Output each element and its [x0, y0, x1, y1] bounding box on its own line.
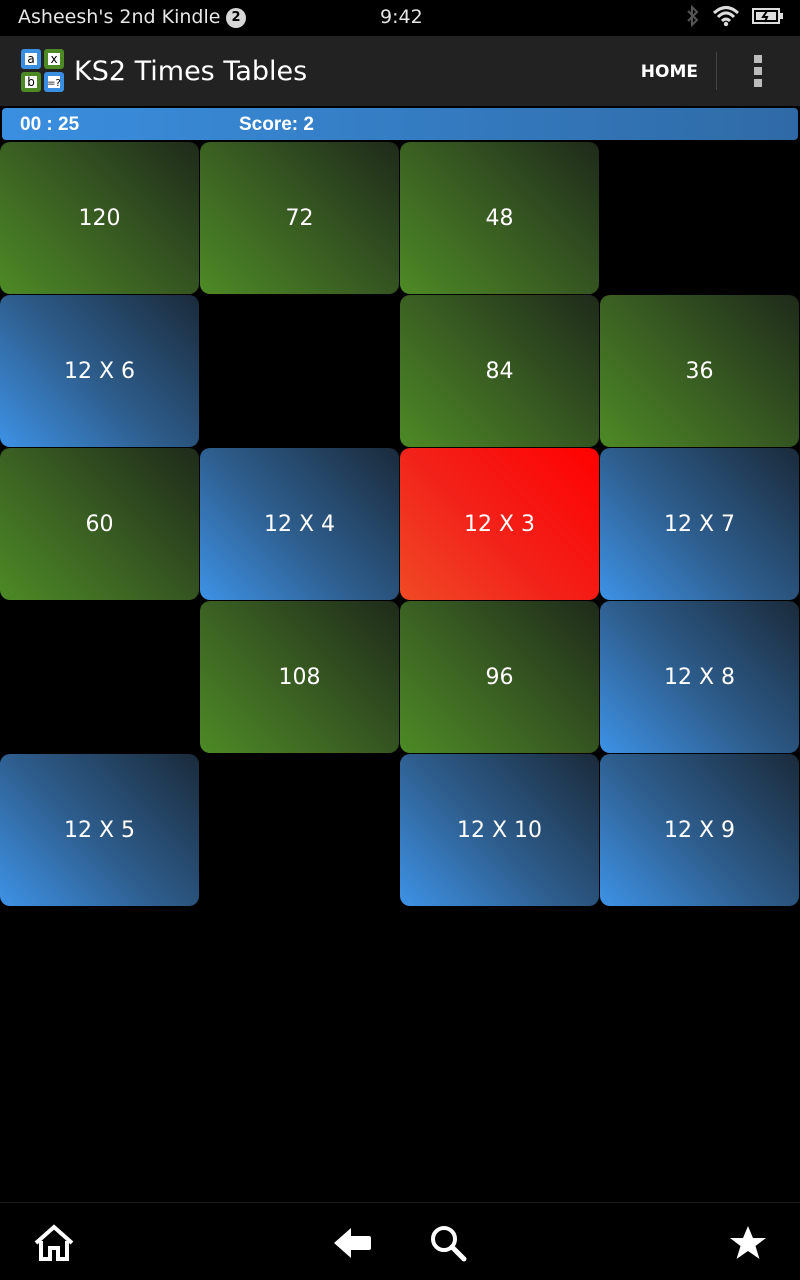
wifi-icon: [712, 5, 740, 32]
answer-tile[interactable]: 108: [200, 601, 399, 753]
question-tile[interactable]: 12 X 5: [0, 754, 199, 906]
question-tile[interactable]: 12 X 8: [600, 601, 799, 753]
status-time: 9:42: [380, 6, 423, 28]
status-icons: [686, 4, 784, 32]
home-button[interactable]: HOME: [641, 62, 698, 82]
answer-tile[interactable]: 96: [400, 601, 599, 753]
info-bar: 00 : 25 Score: 2: [2, 108, 798, 140]
status-bar: Asheesh's 2nd Kindle 2 9:42: [0, 0, 800, 36]
back-icon[interactable]: [330, 1221, 374, 1265]
battery-icon: [752, 7, 784, 30]
notification-badge[interactable]: 2: [226, 8, 246, 28]
logo-cell-a: a: [27, 52, 34, 66]
device-name: Asheesh's 2nd Kindle: [18, 6, 221, 28]
search-icon[interactable]: [426, 1221, 470, 1265]
logo-cell-eq: =?: [47, 78, 61, 89]
favorites-icon[interactable]: [726, 1221, 770, 1265]
app-logo: a x b =?: [20, 48, 66, 94]
action-divider: [716, 52, 717, 90]
bottom-nav-bar: [0, 1202, 800, 1280]
logo-cell-x: x: [50, 52, 57, 66]
answer-tile[interactable]: 72: [200, 142, 399, 294]
answer-tile[interactable]: 48: [400, 142, 599, 294]
question-tile[interactable]: 12 X 6: [0, 295, 199, 447]
app-title: KS2 Times Tables: [74, 56, 308, 87]
answer-tile[interactable]: 120: [0, 142, 199, 294]
timer: 00 : 25: [20, 114, 80, 135]
question-tile[interactable]: 12 X 7: [600, 448, 799, 600]
answer-tile[interactable]: 60: [0, 448, 199, 600]
overflow-menu-icon[interactable]: [744, 52, 772, 90]
question-tile[interactable]: 12 X 4: [200, 448, 399, 600]
home-icon[interactable]: [32, 1221, 76, 1265]
bluetooth-icon: [686, 4, 700, 32]
score: Score: 2: [239, 114, 314, 135]
question-tile[interactable]: 12 X 9: [600, 754, 799, 906]
answer-tile[interactable]: 36: [600, 295, 799, 447]
tile-grid: 120 72 48 12 X 6 84 36 60 12 X 4 12 X 3 …: [0, 142, 800, 908]
action-bar: a x b =? KS2 Times Tables HOME: [0, 36, 800, 106]
selected-question-tile[interactable]: 12 X 3: [400, 448, 599, 600]
answer-tile[interactable]: 84: [400, 295, 599, 447]
question-tile[interactable]: 12 X 10: [400, 754, 599, 906]
logo-cell-b: b: [27, 75, 35, 89]
